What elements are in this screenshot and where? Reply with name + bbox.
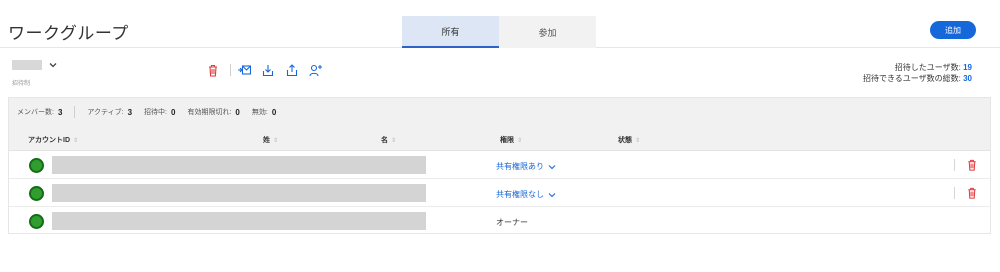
toolbar-divider (230, 64, 231, 76)
add-user-icon[interactable] (309, 63, 323, 77)
sort-icon: ⇕ (635, 138, 641, 144)
table-row: 共有権限なし (9, 179, 990, 207)
sort-icon: ⇕ (391, 138, 397, 144)
expired-count: 0 (235, 107, 240, 117)
trash-icon[interactable] (206, 63, 220, 77)
tab-bar: 所有 参加 (402, 16, 596, 48)
invited-count: 19 (963, 63, 972, 72)
redacted-name (52, 184, 426, 202)
active-count: 3 (127, 107, 133, 117)
tab-joined[interactable]: 参加 (499, 16, 596, 48)
active-label: アクティブ: (87, 109, 124, 116)
column-permission[interactable]: 権限 ⇕ (500, 135, 522, 145)
members-panel: メンバー数: 3 アクティブ: 3 招待中: 0 有効期限切れ: 0 無効: 0 アカウン… (8, 97, 991, 234)
add-button[interactable]: 追加 (930, 21, 976, 39)
disabled-count: 0 (271, 107, 277, 117)
table-row: 共有権限あり (9, 151, 990, 179)
page-header: ワークグループ 所有 参加 追加 (0, 0, 1000, 48)
redacted-name (52, 212, 426, 230)
members-label: メンバー数: (17, 109, 54, 116)
column-last-name[interactable]: 姓 ⇕ (263, 135, 278, 145)
permission-owner: オーナー (496, 218, 528, 227)
chevron-down-icon (548, 192, 556, 197)
chevron-down-icon (49, 63, 57, 68)
permission-dropdown[interactable]: 共有権限なし (496, 189, 556, 200)
inviting-label: 招待中: (144, 109, 167, 116)
download-icon[interactable] (261, 63, 275, 77)
disabled-label: 無効: (251, 109, 268, 116)
tab-owned[interactable]: 所有 (402, 16, 499, 48)
trash-icon[interactable] (966, 187, 978, 199)
avatar (29, 158, 44, 173)
trash-icon[interactable] (966, 159, 978, 171)
capacity-count: 30 (963, 74, 972, 83)
sort-icon: ⇕ (73, 138, 79, 144)
table-header: アカウントID ⇕ 姓 ⇕ 名 ⇕ 権限 ⇕ 状態 ⇕ (9, 126, 990, 151)
upload-icon[interactable] (285, 63, 299, 77)
chevron-down-icon (548, 164, 556, 169)
table-row: オーナー (9, 207, 990, 235)
row-divider (954, 187, 955, 199)
column-first-name[interactable]: 名 ⇕ (381, 135, 396, 145)
summary-bar: メンバー数: 3 アクティブ: 3 招待中: 0 有効期限切れ: 0 無効: 0 (9, 98, 990, 126)
toolbar (206, 63, 323, 77)
mail-import-icon[interactable] (237, 63, 251, 77)
permission-dropdown[interactable]: 共有権限あり (496, 161, 556, 172)
sort-icon: ⇕ (273, 138, 279, 144)
redacted-name (52, 156, 426, 174)
capacity-label: 招待できるユーザ数の総数: (862, 74, 961, 83)
group-name-placeholder (12, 60, 42, 70)
expired-label: 有効期限切れ: (187, 109, 232, 116)
avatar (29, 214, 44, 229)
column-status[interactable]: 状態 ⇕ (618, 135, 640, 145)
sort-icon: ⇕ (517, 138, 523, 144)
user-stats: 招待したユーザ数: 19 招待できるユーザ数の総数: 30 (863, 62, 972, 84)
row-divider (954, 159, 955, 171)
inviting-count: 0 (171, 107, 176, 117)
page-title: ワークグループ (8, 24, 129, 43)
invited-label: 招待したユーザ数: (894, 63, 961, 72)
group-subtitle: 招待制 (12, 81, 31, 87)
avatar (29, 186, 44, 201)
summary-divider (74, 106, 76, 118)
group-selector[interactable] (12, 60, 58, 70)
members-count: 3 (57, 107, 63, 117)
column-account-id[interactable]: アカウントID ⇕ (28, 135, 78, 145)
